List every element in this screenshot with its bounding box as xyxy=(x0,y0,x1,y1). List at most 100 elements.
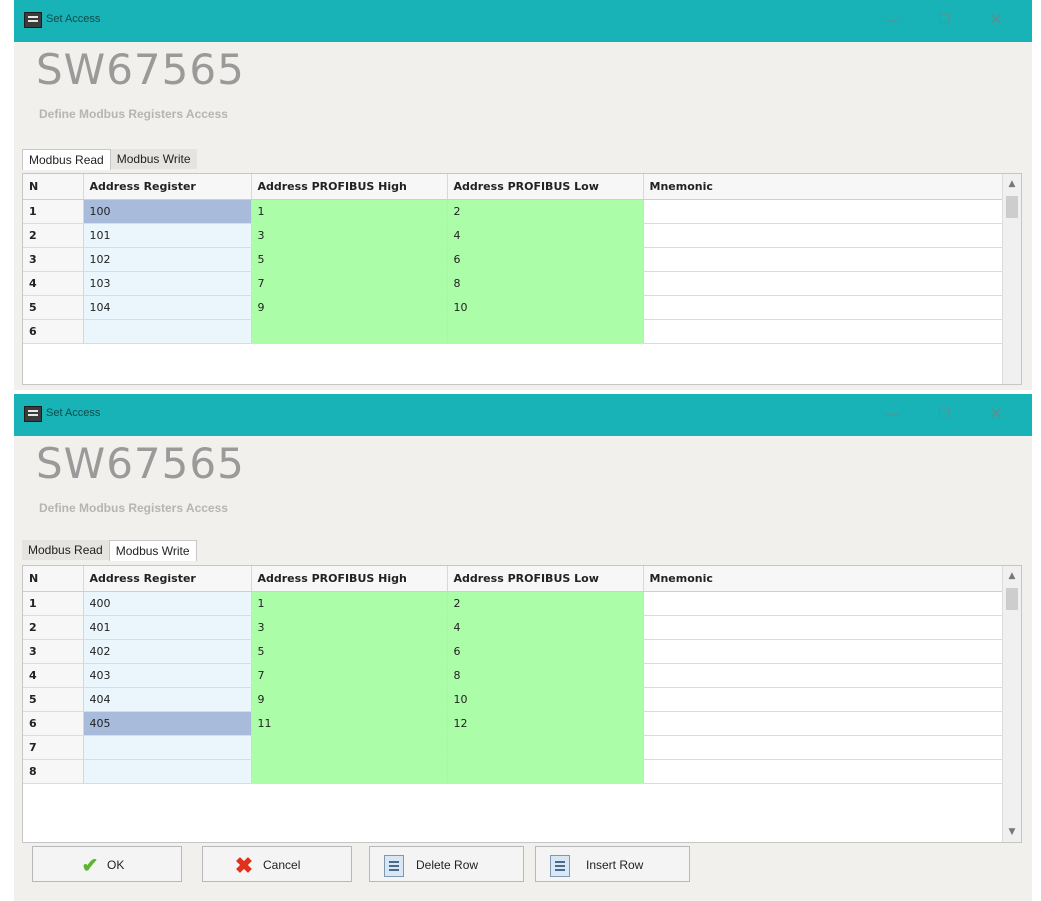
profibus-low-cell[interactable]: 4 xyxy=(447,223,644,248)
address-register-cell[interactable]: 104 xyxy=(83,295,252,320)
mnemonic-cell[interactable] xyxy=(643,295,1004,320)
tab-modbus-write[interactable]: Modbus Write xyxy=(108,540,197,561)
profibus-high-cell[interactable]: 7 xyxy=(251,271,448,296)
mnemonic-cell[interactable] xyxy=(643,591,1004,616)
profibus-high-cell[interactable]: 11 xyxy=(251,711,448,736)
vertical-scrollbar[interactable]: ▲ xyxy=(1002,174,1021,384)
table-row[interactable]: 7 xyxy=(23,735,1004,760)
profibus-high-cell[interactable]: 5 xyxy=(251,639,448,664)
profibus-low-cell[interactable] xyxy=(447,759,644,784)
profibus-high-cell[interactable] xyxy=(251,759,448,784)
mnemonic-cell[interactable] xyxy=(643,247,1004,272)
profibus-low-cell[interactable]: 2 xyxy=(447,591,644,616)
address-register-cell[interactable] xyxy=(83,319,252,344)
table-row[interactable]: 4 103 7 8 xyxy=(23,271,1004,296)
minimize-icon[interactable]: — xyxy=(882,10,902,30)
address-register-cell[interactable]: 101 xyxy=(83,223,252,248)
delete-row-button[interactable]: Delete Row xyxy=(369,846,524,882)
profibus-low-cell[interactable]: 4 xyxy=(447,615,644,640)
address-register-cell[interactable]: 100 xyxy=(83,199,252,224)
profibus-high-cell[interactable] xyxy=(251,735,448,760)
profibus-high-cell[interactable] xyxy=(251,319,448,344)
table-row[interactable]: 3 102 5 6 xyxy=(23,247,1004,272)
mnemonic-cell[interactable] xyxy=(643,319,1004,344)
column-header-address-register[interactable]: Address Register xyxy=(83,174,252,200)
column-header-profibus-low[interactable]: Address PROFIBUS Low xyxy=(447,174,644,200)
table-row[interactable]: 6 xyxy=(23,319,1004,344)
minimize-icon[interactable]: — xyxy=(882,404,902,424)
profibus-high-cell[interactable]: 1 xyxy=(251,591,448,616)
tab-modbus-write[interactable]: Modbus Write xyxy=(110,149,197,169)
table-row[interactable]: 5 104 9 10 xyxy=(23,295,1004,320)
scroll-thumb[interactable] xyxy=(1006,588,1018,610)
table-row[interactable]: 1 400 1 2 xyxy=(23,591,1004,616)
profibus-low-cell[interactable]: 12 xyxy=(447,711,644,736)
column-header-n[interactable]: N xyxy=(23,174,84,200)
table-row[interactable]: 6 405 11 12 xyxy=(23,711,1004,736)
table-row[interactable]: 1 100 1 2 xyxy=(23,199,1004,224)
mnemonic-cell[interactable] xyxy=(643,271,1004,296)
column-header-mnemonic[interactable]: Mnemonic xyxy=(643,566,1004,592)
table-row[interactable]: 8 xyxy=(23,759,1004,784)
table-row[interactable]: 3 402 5 6 xyxy=(23,639,1004,664)
tab-modbus-read[interactable]: Modbus Read xyxy=(22,540,109,560)
address-register-cell[interactable]: 405 xyxy=(83,711,252,736)
vertical-scrollbar[interactable]: ▲ ▼ xyxy=(1002,566,1021,842)
profibus-low-cell[interactable]: 6 xyxy=(447,639,644,664)
column-header-profibus-low[interactable]: Address PROFIBUS Low xyxy=(447,566,644,592)
profibus-low-cell[interactable]: 8 xyxy=(447,663,644,688)
address-register-cell[interactable]: 404 xyxy=(83,687,252,712)
profibus-high-cell[interactable]: 3 xyxy=(251,615,448,640)
close-icon[interactable]: ✕ xyxy=(986,404,1006,424)
profibus-high-cell[interactable]: 1 xyxy=(251,199,448,224)
profibus-low-cell[interactable]: 6 xyxy=(447,247,644,272)
column-header-profibus-high[interactable]: Address PROFIBUS High xyxy=(251,174,448,200)
address-register-cell[interactable]: 400 xyxy=(83,591,252,616)
profibus-low-cell[interactable]: 2 xyxy=(447,199,644,224)
profibus-high-cell[interactable]: 5 xyxy=(251,247,448,272)
address-register-cell[interactable]: 402 xyxy=(83,639,252,664)
address-register-cell[interactable]: 102 xyxy=(83,247,252,272)
column-header-address-register[interactable]: Address Register xyxy=(83,566,252,592)
mnemonic-cell[interactable] xyxy=(643,711,1004,736)
table-row[interactable]: 2 401 3 4 xyxy=(23,615,1004,640)
profibus-low-cell[interactable]: 10 xyxy=(447,687,644,712)
profibus-high-cell[interactable]: 9 xyxy=(251,295,448,320)
mnemonic-cell[interactable] xyxy=(643,687,1004,712)
column-header-n[interactable]: N xyxy=(23,566,84,592)
mnemonic-cell[interactable] xyxy=(643,639,1004,664)
title-bar[interactable]: Set Access — ☐ ✕ xyxy=(14,0,1032,42)
insert-row-button[interactable]: Insert Row xyxy=(535,846,690,882)
profibus-low-cell[interactable]: 8 xyxy=(447,271,644,296)
address-register-cell[interactable]: 401 xyxy=(83,615,252,640)
mnemonic-cell[interactable] xyxy=(643,615,1004,640)
maximize-icon[interactable]: ☐ xyxy=(934,404,954,424)
maximize-icon[interactable]: ☐ xyxy=(934,10,954,30)
cancel-button[interactable]: ✖ Cancel xyxy=(202,846,352,882)
ok-button[interactable]: ✔ OK xyxy=(32,846,182,882)
profibus-low-cell[interactable] xyxy=(447,735,644,760)
mnemonic-cell[interactable] xyxy=(643,663,1004,688)
profibus-high-cell[interactable]: 7 xyxy=(251,663,448,688)
profibus-low-cell[interactable] xyxy=(447,319,644,344)
table-row[interactable]: 5 404 9 10 xyxy=(23,687,1004,712)
scroll-down-icon[interactable]: ▼ xyxy=(1003,824,1021,840)
column-header-mnemonic[interactable]: Mnemonic xyxy=(643,174,1004,200)
scroll-up-icon[interactable]: ▲ xyxy=(1003,176,1021,192)
table-row[interactable]: 4 403 7 8 xyxy=(23,663,1004,688)
close-icon[interactable]: ✕ xyxy=(986,10,1006,30)
scroll-up-icon[interactable]: ▲ xyxy=(1003,568,1021,584)
profibus-low-cell[interactable]: 10 xyxy=(447,295,644,320)
title-bar[interactable]: Set Access — ☐ ✕ xyxy=(14,394,1032,436)
mnemonic-cell[interactable] xyxy=(643,735,1004,760)
address-register-cell[interactable] xyxy=(83,759,252,784)
address-register-cell[interactable]: 103 xyxy=(83,271,252,296)
column-header-profibus-high[interactable]: Address PROFIBUS High xyxy=(251,566,448,592)
table-row[interactable]: 2 101 3 4 xyxy=(23,223,1004,248)
tab-modbus-read[interactable]: Modbus Read xyxy=(22,149,111,170)
address-register-cell[interactable] xyxy=(83,735,252,760)
mnemonic-cell[interactable] xyxy=(643,223,1004,248)
mnemonic-cell[interactable] xyxy=(643,199,1004,224)
profibus-high-cell[interactable]: 3 xyxy=(251,223,448,248)
scroll-thumb[interactable] xyxy=(1006,196,1018,218)
